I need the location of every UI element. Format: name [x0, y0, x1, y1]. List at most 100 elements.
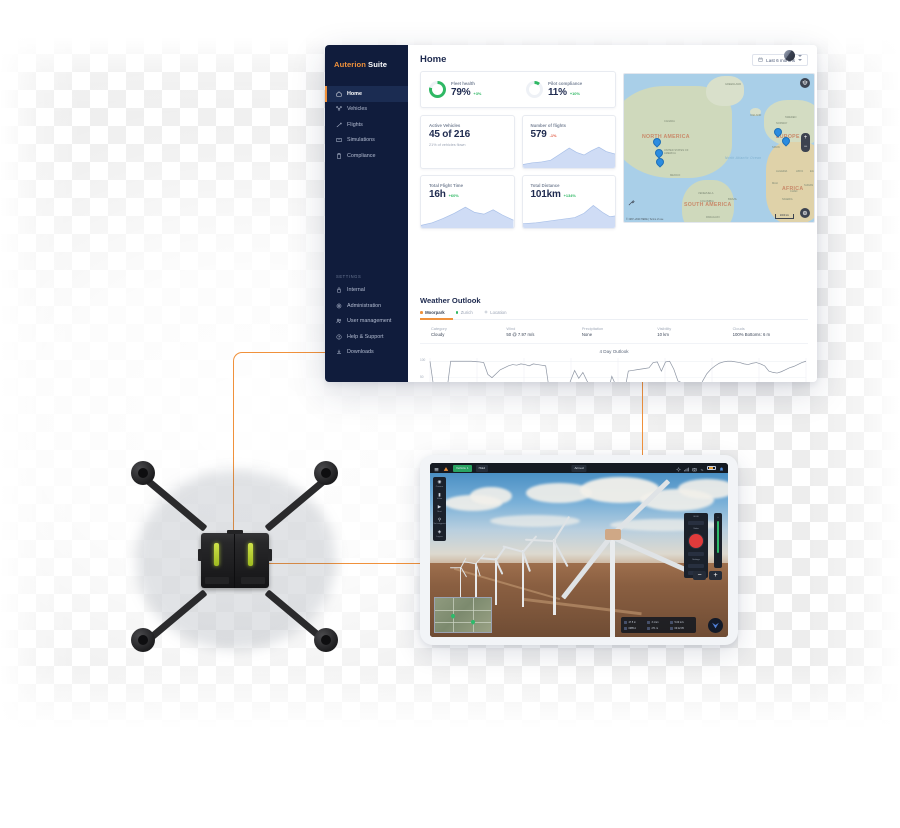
minimap-marker-home[interactable]	[450, 613, 456, 619]
settings-box[interactable]	[688, 552, 704, 556]
gimbal-slider[interactable]: ⌂	[714, 513, 722, 568]
vehicle-status-chip[interactable]: Vehicle 1	[453, 464, 472, 472]
weather-outlook-chart: 100 50	[420, 356, 808, 382]
map-small-label: GREENLAND	[725, 83, 742, 86]
drone-led-right	[248, 543, 253, 566]
camera-option-1[interactable]	[688, 564, 704, 568]
chart-svg	[429, 358, 807, 382]
minimap-marker-vehicle[interactable]	[470, 619, 476, 625]
stat-value: 50 @ 7.97 m/s	[506, 332, 535, 337]
sidebar-item-flights[interactable]: Flights	[325, 117, 408, 133]
sidebar-item-label: Compliance	[347, 152, 376, 159]
sidebar-item-simulations[interactable]: Simulations	[325, 133, 408, 149]
sidebar-item-administration[interactable]: Administration	[325, 298, 408, 314]
tab-moorpark[interactable]: Moorpark	[420, 310, 445, 315]
settings-label: Settings	[692, 559, 700, 561]
sidebar-item-internal[interactable]: Internal	[325, 283, 408, 299]
tablet-topbar: Vehicle 1 Hold Armed	[430, 463, 728, 473]
drone-motor-bottom-right	[314, 628, 338, 652]
page-title: Home	[420, 54, 447, 65]
stat-label: Clouds	[732, 325, 745, 331]
map-zoom-controls[interactable]: + −	[801, 133, 810, 152]
map-small-label: LIBYA	[796, 170, 804, 173]
drone-motor-bottom-left	[131, 628, 155, 652]
fleet-health-donut	[429, 81, 446, 98]
battery-icon	[624, 626, 627, 630]
telemetry-value: 0085 A	[628, 626, 636, 630]
armed-status-chip[interactable]: Armed	[571, 464, 587, 472]
sidebar-item-vehicles[interactable]: Vehicles	[325, 102, 408, 118]
telemetry-item: 271 m	[647, 625, 670, 631]
metric-label: Pilot compliance	[548, 81, 583, 86]
tool-camera[interactable]: ◉ Camera	[436, 479, 443, 487]
chevron-down-icon	[798, 54, 802, 57]
fleet-map[interactable]: NORTH AMERICA SOUTH AMERICA EUROPE AFRIC…	[623, 73, 815, 223]
quadcopter-drone	[118, 450, 353, 665]
primary-nav: Home Vehicles Flights Simulations Compli…	[325, 86, 408, 164]
map-compass-button[interactable]	[800, 208, 810, 218]
minimap-road	[473, 598, 475, 632]
sidebar-item-downloads[interactable]: Downloads	[325, 345, 408, 361]
tool-set-waypoint[interactable]: ⚲ Set waypoint	[434, 516, 446, 525]
zoom-in-button[interactable]: +	[709, 571, 722, 580]
metric-label: Fleet health	[451, 81, 475, 86]
account-menu[interactable]	[784, 50, 891, 61]
tool-start[interactable]: ▶ Start	[437, 504, 441, 512]
map-layers-button[interactable]	[800, 78, 810, 88]
tool-layers[interactable]: ◈ Layers	[436, 529, 442, 537]
map-zoom-in[interactable]: +	[804, 135, 808, 141]
connector-corner-top-left	[233, 352, 258, 377]
weather-stat-wind: Wind 50 @ 7.97 m/s	[506, 326, 581, 338]
avatar[interactable]	[784, 50, 795, 61]
metric-value: 101km	[530, 189, 561, 200]
sidebar-item-compliance[interactable]: Compliance	[325, 148, 408, 164]
status-dot-icon	[420, 311, 423, 314]
metric-value: 579	[530, 128, 547, 140]
sidebar-item-user-management[interactable]: User management	[325, 314, 408, 330]
map-attribution: © 1987–2020 HERE | Terms of use	[626, 218, 664, 221]
telemetry-item: 0085 A	[624, 625, 647, 631]
sidebar-item-home[interactable]: Home	[325, 86, 408, 102]
sidebar-item-label: Internal	[347, 287, 365, 294]
tablet-tool-sidebar: ◉ Camera ▮ Video ▶ Start ⚲ Set waypoint ◈ Lay…	[433, 477, 446, 541]
minimap[interactable]	[434, 597, 492, 633]
zoom-controls[interactable]: − +	[693, 571, 722, 580]
tab-label: Zurich	[460, 310, 473, 315]
map-small-label: UNITED STATES OF AMERICA	[664, 149, 689, 155]
flight-mode-chip[interactable]: Hold	[475, 464, 488, 472]
altitude-icon	[624, 620, 627, 624]
status-dot-icon	[455, 311, 459, 314]
telemetry-value: 5.00 m/s	[674, 620, 684, 624]
drone-body-tab-top	[227, 530, 243, 534]
stat-label: Precipitation	[581, 325, 604, 331]
stat-value: 10 km	[657, 332, 669, 337]
heading-icon	[647, 626, 650, 630]
map-label-ocean: North Atlantic Ocean	[725, 156, 762, 160]
stat-label: Category	[431, 325, 447, 331]
card-health-compliance: Fleet health 79% +3% Pilot compliance 11…	[420, 71, 616, 108]
tool-video[interactable]: ▮ Video	[436, 492, 443, 500]
minimap-road	[435, 622, 491, 624]
stats-grid: Fleet health 79% +3% Pilot compliance 11…	[420, 71, 616, 236]
map-zoom-out[interactable]: −	[804, 144, 808, 150]
sidebar-item-label: Downloads	[347, 349, 374, 356]
tool-label: Video	[436, 498, 443, 500]
sidebar-item-label: Flights	[347, 121, 363, 128]
add-location-button[interactable]: Location	[484, 310, 506, 315]
gear-icon	[336, 303, 342, 309]
metric-label: Total Distance	[530, 183, 560, 188]
record-button[interactable]	[688, 533, 704, 549]
camera-mode-box[interactable]	[688, 521, 704, 525]
metric-value: 45 of 216	[429, 128, 471, 140]
y-axis-tick: 100	[420, 358, 426, 362]
metric-label: Active Vehicles	[429, 122, 461, 128]
sidebar-item-help-support[interactable]: Help & Support	[325, 329, 408, 345]
zoom-out-button[interactable]: −	[693, 571, 706, 580]
lock-icon	[336, 287, 342, 293]
metric-delta: -1%	[549, 132, 557, 138]
wind-turbine-foreground	[558, 479, 689, 637]
gimbal-slider-track[interactable]	[717, 521, 719, 553]
tab-zurich[interactable]: Zurich	[455, 310, 473, 315]
marker-icon: ⚲	[437, 516, 442, 522]
landmass-greenland	[706, 76, 744, 106]
